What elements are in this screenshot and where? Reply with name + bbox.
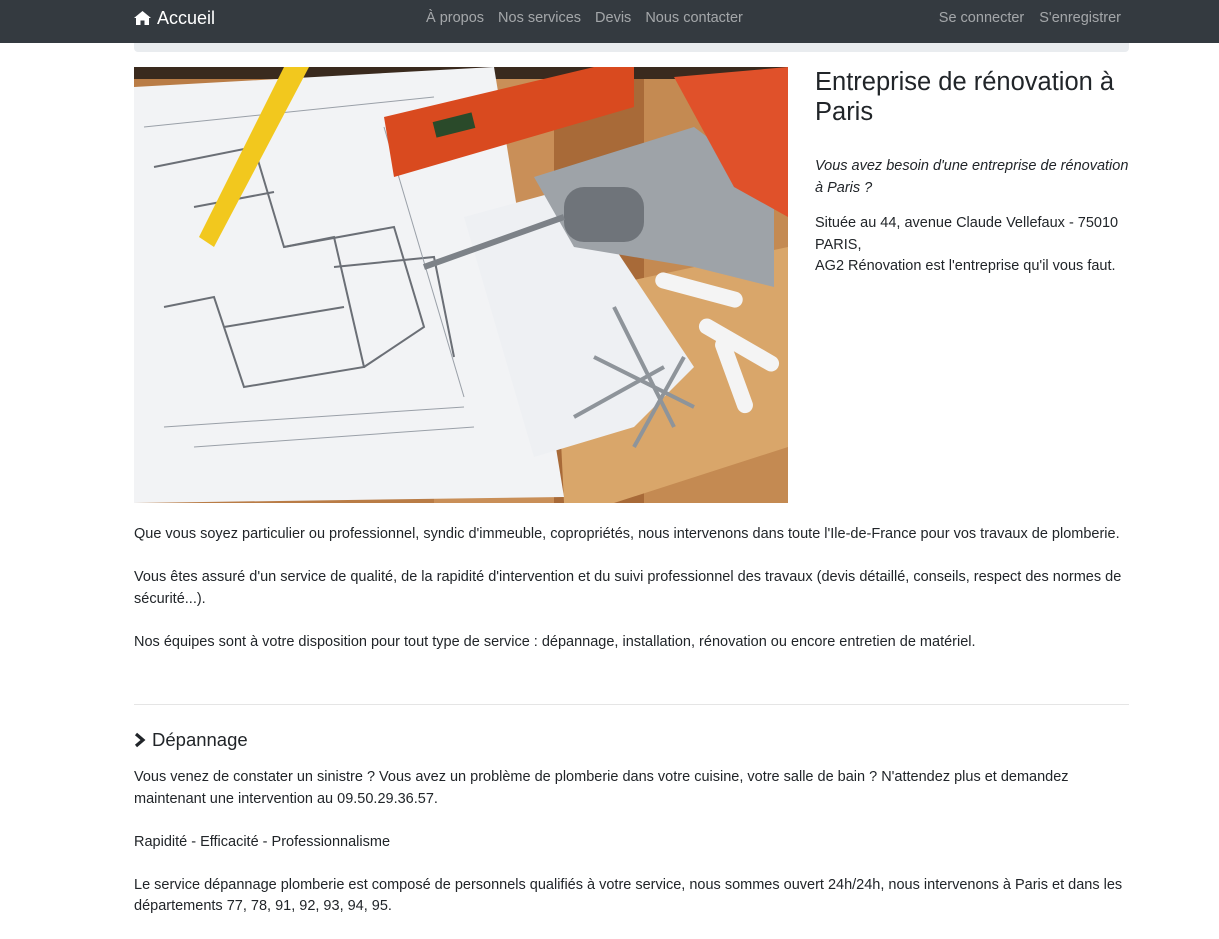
nav-link-nos-services[interactable]: Nos services [498, 10, 581, 26]
auth-nav: Se connecter S'enregistrer [939, 0, 1121, 36]
intro-paragraph: Nos équipes sont à votre disposition pou… [134, 633, 976, 650]
intro-paragraph: Vous êtes assuré d'un service de qualité… [134, 569, 1122, 607]
nav-link-nous-contacter[interactable]: Nous contacter [645, 10, 743, 26]
intro-paragraph: Que vous soyez particulier ou profession… [134, 526, 1120, 542]
depannage-title: Dépannage [152, 729, 248, 750]
chevron-right-icon [134, 732, 146, 748]
company-line: AG2 Rénovation est l'entreprise qu'il vo… [815, 258, 1116, 274]
main-nav: À propos Nos services Devis Nous contact… [426, 0, 743, 36]
depannage-section: Vous venez de constater un sinistre ? Vo… [134, 767, 1129, 939]
hero-side-panel: Entreprise de rénovation à Paris Vous av… [815, 67, 1129, 278]
login-link[interactable]: Se connecter [939, 10, 1024, 26]
nav-link-a-propos[interactable]: À propos [426, 10, 484, 26]
hero-question: Vous avez besoin d'une entreprise de rén… [815, 158, 1129, 196]
depannage-paragraph: Vous venez de constater un sinistre ? Vo… [134, 769, 1069, 807]
depannage-heading: Dépannage [134, 729, 248, 751]
section-divider [134, 704, 1129, 705]
brand-label: Accueil [157, 7, 216, 28]
register-link[interactable]: S'enregistrer [1039, 10, 1121, 26]
depannage-paragraph: Le service dépannage plomberie est compo… [134, 876, 1123, 915]
intro-section: Que vous soyez particulier ou profession… [134, 524, 1129, 675]
renovation-tools-photo [134, 67, 788, 503]
jumbotron-strip [134, 43, 1129, 52]
address-line: Située au 44, avenue Claude Vellefaux - … [815, 215, 1119, 253]
nav-link-devis[interactable]: Devis [595, 10, 631, 26]
top-navbar: Accueil À propos Nos services Devis Nous… [0, 0, 1219, 43]
brand-home-link[interactable]: Accueil [134, 0, 215, 36]
hero-address: Située au 44, avenue Claude Vellefaux - … [815, 213, 1129, 278]
depannage-paragraph: Rapidité - Efficacité - Professionnalism… [134, 833, 391, 850]
home-icon [134, 11, 151, 25]
page-title: Entreprise de rénovation à Paris [815, 68, 1115, 126]
